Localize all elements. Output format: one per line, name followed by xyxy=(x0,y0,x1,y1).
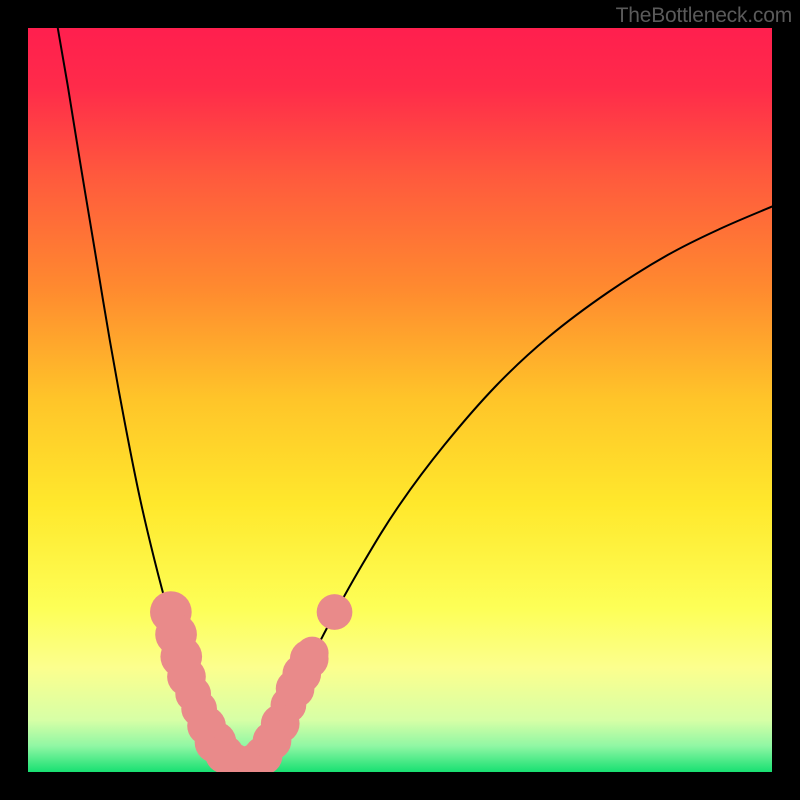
gradient-background xyxy=(28,28,772,772)
chart-svg xyxy=(28,28,772,772)
data-dot xyxy=(296,637,329,670)
plot-area xyxy=(28,28,772,772)
chart-frame: TheBottleneck.com xyxy=(0,0,800,800)
data-dot xyxy=(317,594,353,630)
watermark-text: TheBottleneck.com xyxy=(616,4,792,28)
